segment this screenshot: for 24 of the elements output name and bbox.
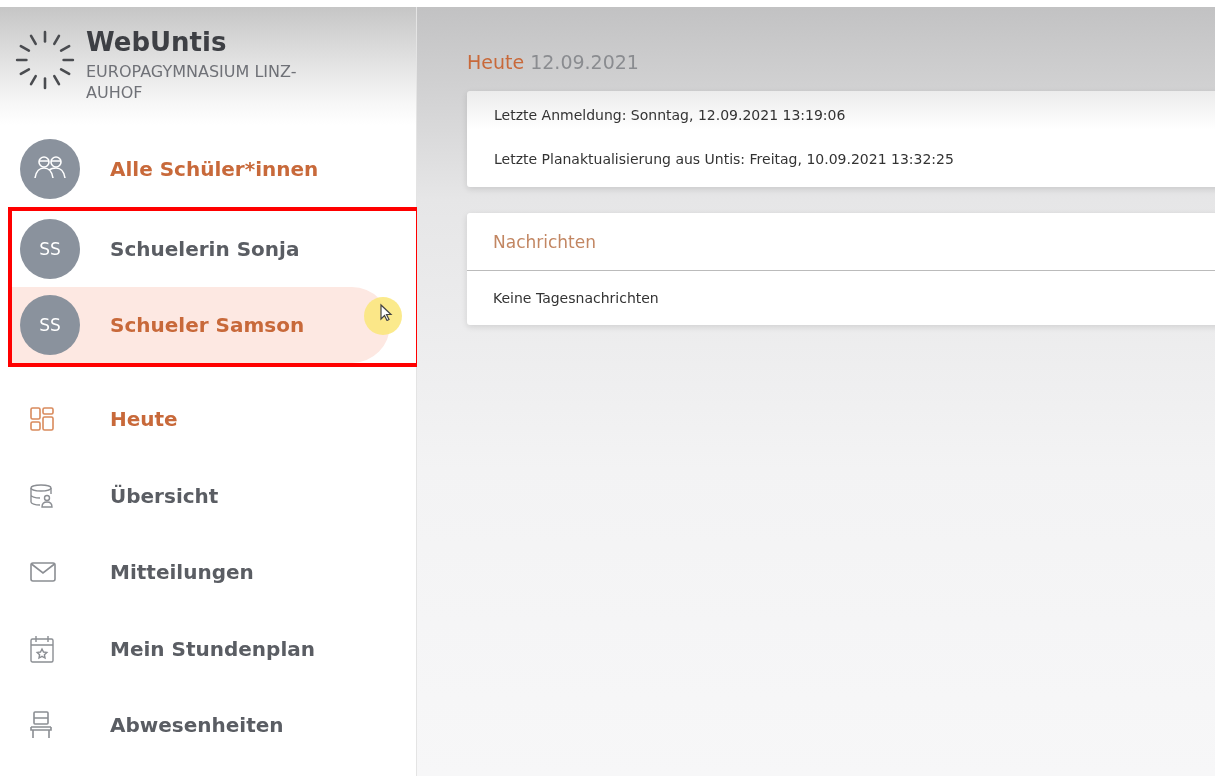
app-title: WebUntis — [86, 27, 228, 57]
info-text: Letzte Planaktualisierung aus Untis: Freitag, 10.09.2021 13:32:25 — [494, 151, 955, 169]
nav-item[interactable]: Mein Stundenplan — [0, 610, 416, 687]
nav-item[interactable]: Heute — [0, 381, 416, 458]
avatar: SS — [20, 219, 80, 279]
nav-item[interactable]: Übersicht — [0, 457, 416, 534]
avatar: SS — [20, 295, 80, 355]
group-avatar — [20, 139, 80, 199]
logo-icon — [14, 29, 76, 91]
card-title: Nachrichten — [467, 213, 1215, 271]
database-user-icon — [30, 483, 54, 508]
page-heading: Heute 12.09.2021 — [467, 51, 640, 73]
student-item[interactable]: SS Schuelerin Sonja — [12, 211, 390, 287]
dashboard-icon — [30, 407, 54, 432]
nav-item[interactable]: Abwesenheiten — [0, 687, 416, 764]
chair-icon — [30, 711, 52, 740]
calendar-star-icon — [30, 634, 54, 663]
cursor-icon — [364, 297, 402, 335]
info-text: Letzte Anmeldung: Sonntag, 12.09.2021 13:19:06 — [494, 107, 847, 125]
message-text: Keine Tagesnachrichten — [492, 289, 660, 308]
nav-item[interactable]: Mitteilungen — [0, 534, 416, 611]
student-item[interactable]: Alle Schüler*innen — [0, 131, 390, 207]
envelope-icon — [30, 562, 56, 583]
school-name: EUROPAGYMNASIUM LINZ-AUHOF — [86, 61, 298, 103]
